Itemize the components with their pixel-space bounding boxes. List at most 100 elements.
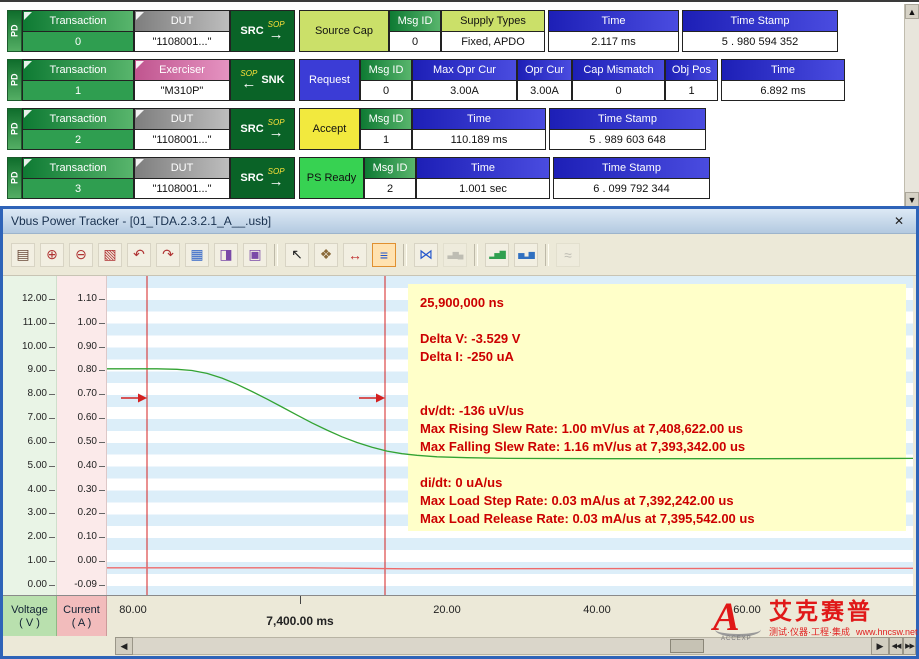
annotation-line xyxy=(420,384,896,402)
field-header: Opr Cur xyxy=(517,59,572,80)
field-header: Supply Types xyxy=(441,10,545,31)
tick-mark xyxy=(49,347,55,348)
current-axis-label: Current ( A ) xyxy=(57,596,107,637)
close-button[interactable]: ✕ xyxy=(890,212,908,230)
tick-mark xyxy=(99,490,105,491)
current-tick-label: 0.00 xyxy=(59,555,97,567)
field-value: 6 . 099 792 344 xyxy=(553,178,710,199)
field-header: Msg ID xyxy=(364,157,416,178)
pd-tab[interactable]: PD xyxy=(7,59,22,101)
scroll-left-button[interactable]: ◀ xyxy=(115,637,133,655)
direction-arrow-icon: → xyxy=(269,174,284,189)
pan-hand-icon[interactable]: ❖ xyxy=(314,243,338,267)
zoom-in-icon[interactable]: ⊕ xyxy=(40,243,64,267)
voltage-tick-label: 4.00 xyxy=(5,484,47,496)
transactions-vertical-scrollbar[interactable]: ▲ ▼ xyxy=(904,4,919,208)
message-type-cell[interactable]: Accept xyxy=(299,108,360,150)
zoom-out-icon[interactable]: ⊖ xyxy=(69,243,93,267)
annotation-line xyxy=(420,312,896,330)
window-titlebar[interactable]: Vbus Power Tracker - [01_TDA.2.3.2.1_A__… xyxy=(3,209,916,234)
party-header: Exerciser xyxy=(134,59,230,80)
palette-icon[interactable]: ▦ xyxy=(185,243,209,267)
toolbar-separator xyxy=(403,244,407,266)
tick-mark xyxy=(49,418,55,419)
zoom-prev-icon[interactable]: ↶ xyxy=(127,243,151,267)
tick-mark xyxy=(99,466,105,467)
party-value: "M310P" xyxy=(134,80,230,101)
config-list-icon[interactable]: ≡ xyxy=(372,243,396,267)
annotation-line: Delta I: -250 uA xyxy=(420,348,896,366)
x-axis-label: 7,400.00 ms xyxy=(266,614,333,628)
current-tick-label: 0.30 xyxy=(59,484,97,496)
transaction-header: Transaction xyxy=(22,108,134,129)
scrollbar-thumb[interactable] xyxy=(670,639,704,653)
toolbar-separator xyxy=(545,244,549,266)
zoom-next-icon[interactable]: ↷ xyxy=(156,243,180,267)
scroll-down-button[interactable]: ▼ xyxy=(905,192,919,207)
direction-arrow-icon: → xyxy=(269,125,284,140)
transaction-row[interactable]: PDTransaction0DUT"1108001..."SRCSOP→Sour… xyxy=(7,10,845,52)
voltage-tick-label: 0.00 xyxy=(5,579,47,591)
field-header: Msg ID xyxy=(389,10,441,31)
direction-cell: SRCSOP→ xyxy=(230,157,295,199)
multi-chart-icon[interactable]: ▂▅▇ xyxy=(485,243,509,267)
tick-mark xyxy=(99,513,105,514)
voltage-axis-label: Voltage ( V ) xyxy=(3,596,57,637)
field-value: 110.189 ms xyxy=(412,129,546,150)
message-type-cell[interactable]: PS Ready xyxy=(299,157,364,199)
stats-icon[interactable]: ▃▆▄ xyxy=(443,243,467,267)
tick-mark xyxy=(99,418,105,419)
select-cursor-icon[interactable]: ↖ xyxy=(285,243,309,267)
transaction-row[interactable]: PDTransaction2DUT"1108001..."SRCSOP→Acce… xyxy=(7,108,845,150)
vendor-tagline: 测试·仪器·工程·集成www.hncsw.net xyxy=(769,625,918,638)
toolbar: ▤⊕⊖▧↶↷▦◨▣ ↖❖↔≡ ⋈▃▆▄ ▂▅▇▅▂▆ ≈ xyxy=(3,234,916,276)
field-header: Cap Mismatch xyxy=(572,59,665,80)
markers-icon[interactable]: ⋈ xyxy=(414,243,438,267)
field-header: Time xyxy=(412,108,546,129)
role-label: SNK xyxy=(261,74,284,86)
toolbar-separator xyxy=(274,244,278,266)
pd-tab[interactable]: PD xyxy=(7,157,22,199)
current-tick-label: 1.00 xyxy=(59,317,97,329)
voltage-tick-label: 12.00 xyxy=(5,293,47,305)
voltage-tick-label: 10.00 xyxy=(5,341,47,353)
tick-mark xyxy=(99,561,105,562)
vendor-logo: A ACCEXP xyxy=(713,598,765,644)
role-label: SRC xyxy=(240,123,263,135)
tick-mark xyxy=(49,537,55,538)
field-value: 3.00A xyxy=(517,80,572,101)
voltage-tick-label: 2.00 xyxy=(5,531,47,543)
transaction-number: 0 xyxy=(22,31,134,52)
field-value: 3.00A xyxy=(412,80,517,101)
voltage-tick-label: 7.00 xyxy=(5,412,47,424)
screen: PDTransaction0DUT"1108001..."SRCSOP→Sour… xyxy=(0,0,919,659)
transaction-number: 3 xyxy=(22,178,134,199)
zoom-region-icon[interactable]: ▧ xyxy=(98,243,122,267)
field-value: 2 xyxy=(364,178,416,199)
transaction-row[interactable]: PDTransaction3DUT"1108001..."SRCSOP→PS R… xyxy=(7,157,845,199)
transaction-row[interactable]: PDTransaction1Exerciser"M310P"SOP←SNKReq… xyxy=(7,59,845,101)
display-icon[interactable]: ▣ xyxy=(243,243,267,267)
message-type-cell[interactable]: Source Cap xyxy=(299,10,389,52)
waveform-icon[interactable]: ≈ xyxy=(556,243,580,267)
scroll-up-button[interactable]: ▲ xyxy=(905,4,919,19)
pd-tab[interactable]: PD xyxy=(7,108,22,150)
annotation-line: Delta V: -3.529 V xyxy=(420,330,896,348)
message-type-cell[interactable]: Request xyxy=(299,59,360,101)
current-tick-label: -0.09 xyxy=(59,579,97,591)
tick-mark xyxy=(49,585,55,586)
direction-arrow-icon: → xyxy=(269,27,284,42)
tick-mark xyxy=(99,585,105,586)
annotation-line: 25,900,000 ns xyxy=(420,294,896,312)
tick-mark xyxy=(99,370,105,371)
export-icon[interactable]: ▤ xyxy=(11,243,35,267)
pd-tab[interactable]: PD xyxy=(7,10,22,52)
voltage-tick-label: 1.00 xyxy=(5,555,47,567)
field-header: Msg ID xyxy=(360,108,412,129)
measure-icon[interactable]: ↔ xyxy=(343,243,367,267)
direction-cell: SRCSOP→ xyxy=(230,108,295,150)
party-header: DUT xyxy=(134,108,230,129)
slew-chart-icon[interactable]: ▅▂▆ xyxy=(514,243,538,267)
role-label: SRC xyxy=(240,25,263,37)
snapshot-icon[interactable]: ◨ xyxy=(214,243,238,267)
